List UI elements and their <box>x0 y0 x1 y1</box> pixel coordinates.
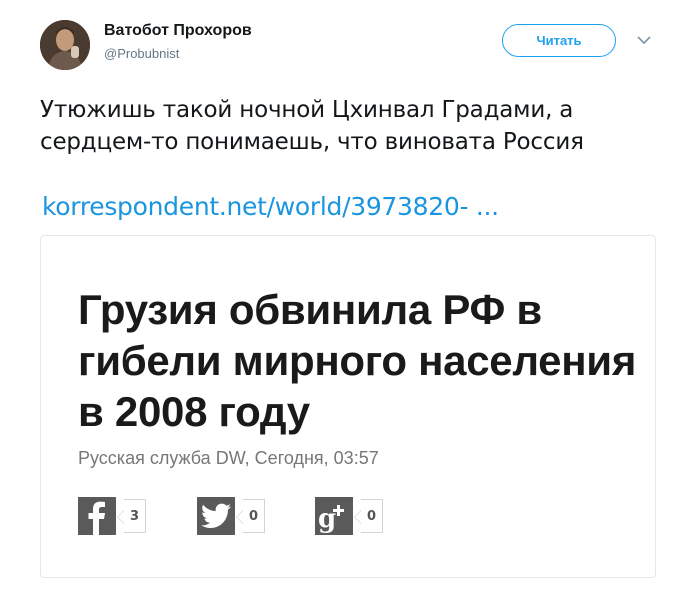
google-plus-share-count: 0 <box>354 499 383 533</box>
twitter-icon[interactable] <box>197 497 235 535</box>
facebook-icon[interactable] <box>78 497 116 535</box>
author-handle[interactable]: @Probubnist <box>104 46 179 61</box>
tweet-link[interactable]: korrespondent.net/world/3973820- ... <box>42 192 499 221</box>
facebook-share-count: 3 <box>117 499 146 533</box>
card-headline[interactable]: Грузия обвинила РФ в гибели мирного насе… <box>78 284 638 437</box>
author-name[interactable]: Ватобот Прохоров <box>104 22 252 40</box>
twitter-share-count: 0 <box>236 499 265 533</box>
google-plus-icon[interactable]: g <box>315 497 353 535</box>
svg-text:g: g <box>318 504 336 534</box>
tweet-text: Утюжишь такой ночной Цхинвал Градами, а … <box>40 97 584 155</box>
card-byline: Русская служба DW, Сегодня, 03:57 <box>78 448 379 468</box>
follow-button[interactable]: Читать <box>502 24 616 57</box>
avatar[interactable] <box>40 20 90 70</box>
chevron-down-icon[interactable] <box>636 34 652 46</box>
